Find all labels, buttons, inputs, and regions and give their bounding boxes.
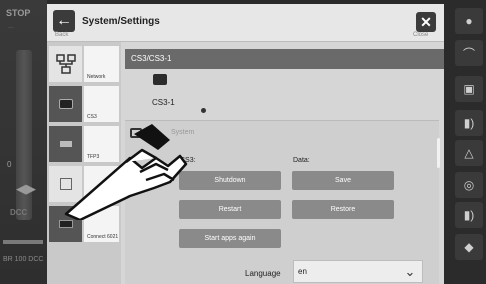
language-label: Language <box>245 269 281 278</box>
announce-function-icon[interactable]: ◆ <box>455 234 483 260</box>
back-label: Back <box>55 32 69 38</box>
speed-control-panel: STOP ... 0 ◀▶ DCC BR 100 DCC <box>0 0 47 284</box>
language-select[interactable]: en ⌄ <box>293 260 423 283</box>
restore-button[interactable]: Restore <box>292 200 394 219</box>
device-name: CS3-1 <box>152 98 175 107</box>
nav-item-network[interactable]: Network <box>49 46 119 82</box>
close-label: Close <box>413 32 429 38</box>
sound-function-icon[interactable]: ▮) <box>455 110 483 136</box>
restart-button[interactable]: Restart <box>179 200 281 219</box>
shutdown-button[interactable]: Shutdown <box>179 171 281 190</box>
direction-icon[interactable]: ◀▶ <box>16 181 42 199</box>
speed-zero-label: 0 <box>7 160 12 169</box>
chevron-down-icon[interactable]: ⌄ <box>401 263 419 281</box>
signal-function-icon[interactable]: ◎ <box>455 172 483 198</box>
light-function-icon[interactable]: ● <box>455 8 483 34</box>
network-icon <box>49 46 82 82</box>
page-title: System/Settings <box>82 16 160 27</box>
nav-label-network: Network <box>87 74 106 80</box>
arrow-left-icon: ← <box>56 12 72 29</box>
dialog-header: ← Back System/Settings ✕ Close <box>47 4 444 42</box>
loco-address-label: BR 100 DCC <box>3 256 44 263</box>
save-button[interactable]: Save <box>292 171 394 190</box>
screen: STOP ... 0 ◀▶ DCC BR 100 DCC ● ⌒ ▣ ▮) △ … <box>0 0 486 284</box>
stop-button[interactable]: STOP <box>6 8 30 18</box>
close-icon: ✕ <box>420 13 432 30</box>
back-button[interactable]: ← <box>53 10 75 32</box>
bell-function-icon[interactable]: △ <box>455 140 483 166</box>
cs3-device-icon <box>49 86 82 122</box>
close-button[interactable]: ✕ <box>416 12 436 32</box>
pointing-hand-icon <box>64 124 188 220</box>
start-apps-again-button[interactable]: Start apps again <box>179 229 281 248</box>
device-path-bar: CS3/CS3-1 <box>125 49 444 69</box>
cs3-device-icon <box>153 74 167 85</box>
speaker-function-icon[interactable]: ▮) <box>455 202 483 228</box>
cab-function-icon[interactable]: ▣ <box>455 76 483 102</box>
nav-item-cs3[interactable]: CS3 <box>49 86 119 122</box>
data-group-label: Data: <box>293 157 310 164</box>
status-indicator-icon <box>201 108 206 113</box>
dcc-label: DCC <box>10 208 28 217</box>
stop-sub-label: ... <box>8 23 14 30</box>
nav-label-connect-6021: Connect 6021 <box>87 234 119 240</box>
language-value: en <box>298 267 307 276</box>
scrollbar[interactable] <box>437 138 440 168</box>
horn-function-icon[interactable]: ⌒ <box>455 40 483 66</box>
loco-indicator-bar <box>3 240 43 244</box>
